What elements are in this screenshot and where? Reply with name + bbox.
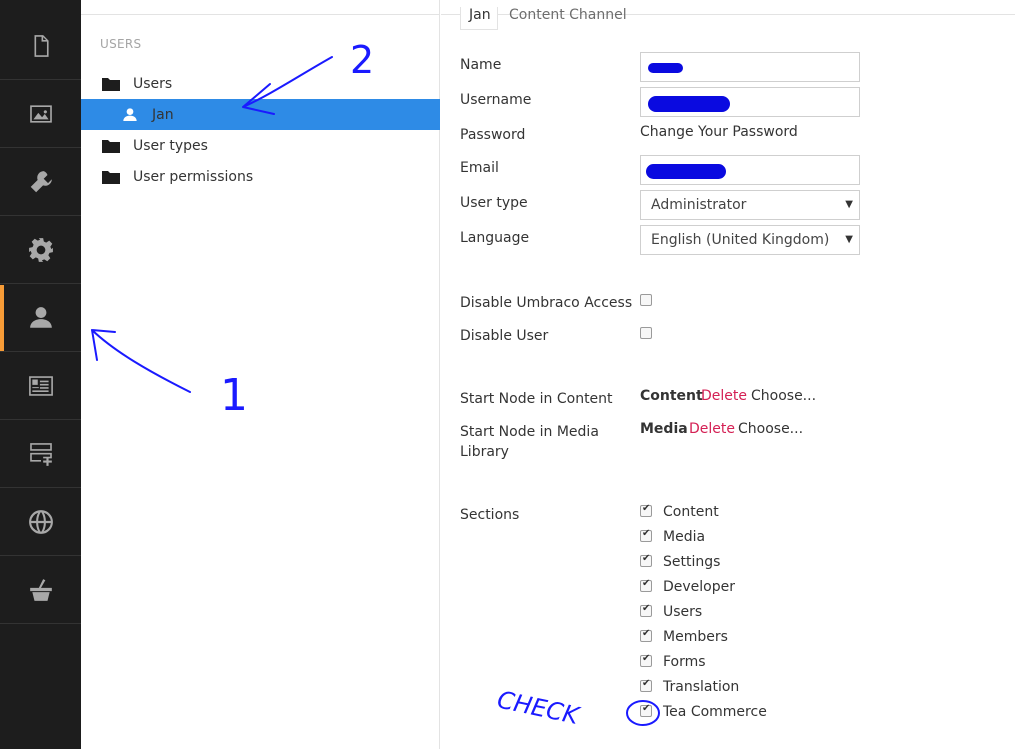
tree-heading: USERS	[100, 37, 142, 51]
start-node-content-label: Start Node in Content	[460, 391, 613, 407]
folder-icon	[102, 77, 120, 91]
sections-label: Sections	[460, 507, 520, 523]
tree-item-user-permissions[interactable]: User permissions	[81, 161, 440, 192]
user-type-select[interactable]: Administrator ▼	[640, 190, 860, 220]
password-label: Password	[460, 127, 526, 143]
tree-item-jan[interactable]: Jan	[81, 99, 440, 130]
forms-icon	[29, 443, 52, 466]
id-card-icon	[28, 376, 53, 396]
tree-item-label: User permissions	[133, 168, 254, 185]
content-section[interactable]	[0, 13, 81, 80]
translation-section[interactable]	[0, 489, 81, 556]
section-checkbox-forms[interactable]	[640, 653, 652, 667]
tree-item-label: Users	[133, 75, 173, 92]
start-node-media-choose[interactable]: Choose...	[738, 421, 803, 437]
tab-bar: Jan Content Channel	[441, 7, 1015, 30]
tree-item-user-types[interactable]: User types	[81, 130, 440, 161]
user-editor: Jan Content Channel Name Username Passwo…	[441, 0, 1015, 749]
start-node-media-value: Media	[640, 421, 688, 437]
gear-icon	[28, 238, 53, 262]
section-label-members: Members	[663, 629, 728, 645]
developer-section[interactable]	[0, 217, 81, 284]
chevron-down-icon: ▼	[845, 234, 853, 245]
folder-icon	[102, 139, 120, 153]
section-checkbox-tea-commerce[interactable]	[640, 703, 652, 717]
start-node-content-choose[interactable]: Choose...	[751, 388, 816, 404]
disable-umbraco-access-label: Disable Umbraco Access	[460, 295, 633, 311]
tree-item-label: Jan	[152, 106, 174, 123]
users-tree-panel: USERS Users Jan User types User permissi…	[81, 0, 440, 749]
document-icon	[34, 35, 49, 57]
section-checkbox-developer[interactable]	[640, 578, 652, 592]
language-value: English (United Kingdom)	[651, 232, 830, 248]
section-sidebar	[0, 0, 81, 749]
section-checkbox-members[interactable]	[640, 628, 652, 642]
section-label-translation: Translation	[663, 679, 740, 695]
globe-icon	[28, 510, 53, 534]
section-label-media: Media	[663, 529, 706, 545]
language-select[interactable]: English (United Kingdom) ▼	[640, 225, 860, 255]
start-node-content-value: Content	[640, 388, 703, 404]
forms-section[interactable]	[0, 421, 81, 488]
start-node-media-delete[interactable]: Delete	[689, 421, 735, 437]
start-node-media-label: Start Node in Media	[460, 424, 599, 440]
tree-item-users[interactable]: Users	[81, 68, 440, 99]
section-label-tea-commerce: Tea Commerce	[663, 704, 767, 720]
tea-commerce-section[interactable]	[0, 557, 81, 624]
section-label-users: Users	[663, 604, 703, 620]
redaction	[648, 63, 683, 73]
section-label-settings: Settings	[663, 554, 721, 570]
section-checkbox-settings[interactable]	[640, 553, 652, 567]
divider	[81, 14, 440, 15]
disable-user-checkbox[interactable]	[640, 327, 652, 339]
section-checkbox-users[interactable]	[640, 603, 652, 617]
image-icon	[29, 105, 52, 123]
language-label: Language	[460, 230, 530, 246]
tab-content-channel[interactable]: Content Channel	[509, 7, 627, 23]
disable-user-label: Disable User	[460, 328, 549, 344]
start-node-media-label-line2: Library	[460, 444, 509, 460]
user-type-value: Administrator	[651, 197, 747, 213]
chevron-down-icon: ▼	[845, 199, 853, 210]
section-checkbox-translation[interactable]	[640, 678, 652, 692]
section-label-content: Content	[663, 504, 719, 520]
change-password-link[interactable]: Change Your Password	[640, 124, 798, 140]
section-checkbox-content[interactable]	[640, 503, 652, 517]
redaction	[648, 96, 730, 112]
name-field[interactable]	[640, 52, 860, 82]
tab-jan[interactable]: Jan	[460, 7, 498, 30]
media-section[interactable]	[0, 81, 81, 148]
wrench-icon	[30, 171, 52, 193]
section-checkbox-media[interactable]	[640, 528, 652, 542]
username-field[interactable]	[640, 87, 860, 117]
settings-section[interactable]	[0, 149, 81, 216]
start-node-content-delete[interactable]: Delete	[701, 388, 747, 404]
redaction	[646, 164, 726, 179]
user-type-label: User type	[460, 195, 528, 211]
basket-icon	[29, 579, 52, 601]
email-label: Email	[460, 160, 499, 176]
folder-icon	[102, 170, 120, 184]
name-label: Name	[460, 57, 502, 73]
email-field[interactable]	[640, 155, 860, 185]
section-label-forms: Forms	[663, 654, 706, 670]
user-icon	[123, 107, 137, 121]
username-label: Username	[460, 92, 532, 108]
members-section[interactable]	[0, 353, 81, 420]
section-label-developer: Developer	[663, 579, 736, 595]
tree-item-label: User types	[133, 137, 208, 154]
user-icon	[29, 307, 52, 328]
disable-umbraco-access-checkbox[interactable]	[640, 294, 652, 306]
users-section[interactable]	[0, 285, 81, 352]
